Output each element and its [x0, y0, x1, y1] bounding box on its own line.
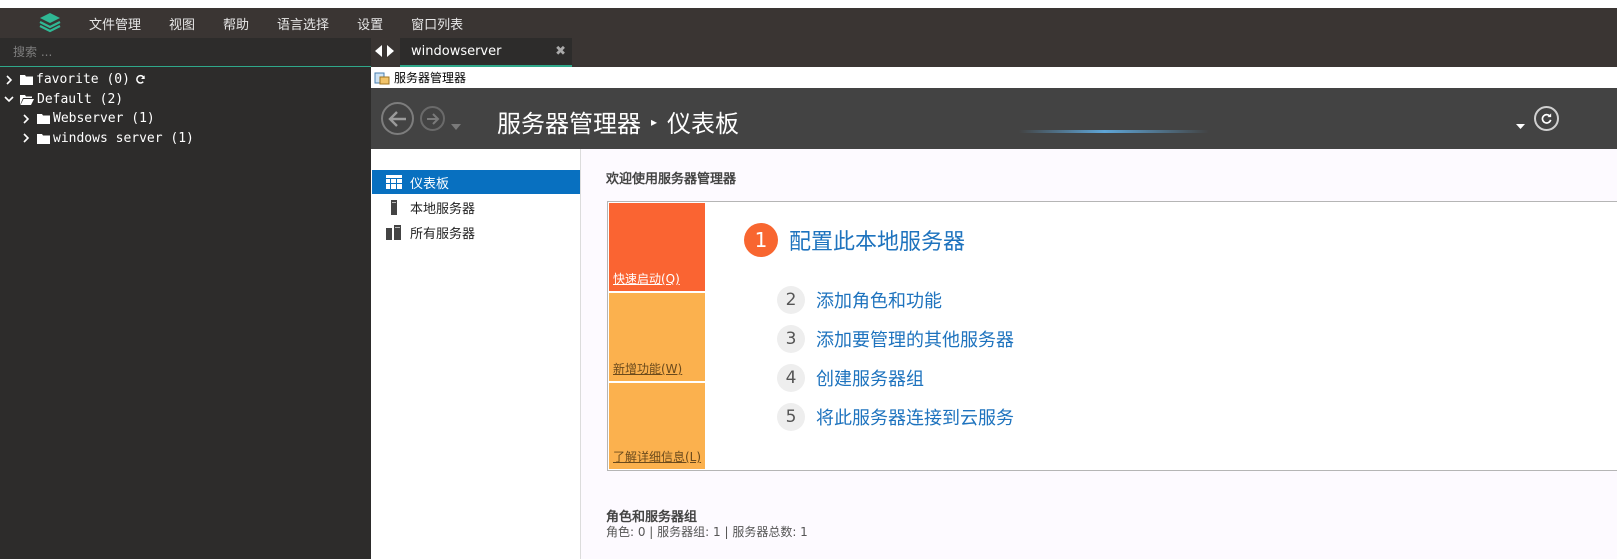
step-number: 2	[777, 286, 805, 314]
menu-window-list[interactable]: 窗口列表	[397, 14, 477, 33]
tab-bar: windowserver ✖	[371, 38, 1617, 67]
tile-label: 了解详细信息(L)	[613, 450, 702, 464]
refresh-icon[interactable]	[135, 74, 146, 85]
folder-open-icon	[20, 94, 34, 105]
dashboard-icon	[386, 174, 402, 190]
servers-icon	[386, 224, 402, 240]
dashboard-content: 欢迎使用服务器管理器 快速启动(Q) 新增功能(W) 了解详细信息(L) 1 配…	[581, 149, 1617, 559]
quick-start-panel: 快速启动(Q) 新增功能(W) 了解详细信息(L) 1 配置此本地服务器 2 添…	[607, 201, 1617, 471]
nav-item-label: 仪表板	[410, 176, 450, 192]
step-number: 1	[744, 223, 778, 257]
nav-item-all-servers[interactable]: 所有服务器	[372, 220, 580, 244]
server-manager-icon	[374, 71, 390, 85]
step-link[interactable]: 配置此本地服务器	[789, 224, 965, 256]
tile-label: 新增功能(W)	[613, 362, 683, 376]
step-link[interactable]: 创建服务器组	[816, 365, 924, 391]
server-manager-nav: 仪表板 本地服务器 所有服务器	[371, 149, 581, 559]
page-title: 服务器管理器 ▸ 仪表板	[497, 104, 739, 139]
header-title: 服务器管理器	[497, 110, 641, 138]
step-add-roles[interactable]: 2 添加角色和功能	[777, 286, 942, 314]
folder-icon	[20, 74, 33, 86]
window-title: 服务器管理器	[394, 71, 467, 85]
step-number: 4	[777, 364, 805, 392]
menu-settings[interactable]: 设置	[343, 14, 397, 33]
header-dropdown-icon[interactable]	[1516, 114, 1525, 133]
chevron-right-icon[interactable]	[21, 114, 31, 124]
welcome-heading: 欢迎使用服务器管理器	[606, 172, 737, 187]
step-number: 5	[777, 403, 805, 431]
close-icon[interactable]: ✖	[555, 44, 566, 59]
folder-icon	[37, 133, 50, 144]
tree-item-default[interactable]: Default (2)	[0, 90, 371, 110]
nav-item-label: 所有服务器	[410, 226, 476, 242]
breadcrumb-separator-icon: ▸	[651, 114, 658, 129]
server-icon	[386, 199, 402, 215]
step-add-servers[interactable]: 3 添加要管理的其他服务器	[777, 325, 1014, 353]
menu-file[interactable]: 文件管理	[75, 14, 155, 33]
step-connect-cloud[interactable]: 5 将此服务器连接到云服务	[777, 403, 1014, 431]
header-subtitle: 仪表板	[667, 110, 740, 138]
tree-item-windows-server[interactable]: windows server (1)	[0, 129, 371, 149]
search-bar	[0, 38, 371, 67]
roles-summary: 角色: 0 | 服务器组: 1 | 服务器总数: 1	[606, 525, 808, 539]
forward-icon[interactable]	[420, 106, 445, 131]
menu-bar: 文件管理 视图 帮助 语言选择 设置 窗口列表	[0, 8, 1617, 38]
tree-item-label: favorite (0)	[36, 72, 130, 88]
nav-dropdown-icon[interactable]	[451, 115, 461, 134]
top-strip	[0, 0, 1617, 8]
remote-desktop-view[interactable]: 服务器管理器 服务器管理器 ▸ 仪表板 仪表板 本地服务器 所有服务器 欢迎使用…	[371, 67, 1617, 559]
back-icon[interactable]	[381, 102, 414, 135]
tile-learn-more[interactable]: 了解详细信息(L)	[609, 383, 705, 469]
menu-language[interactable]: 语言选择	[263, 14, 343, 33]
session-sidebar: favorite (0) Default (2) Webserver (1)	[0, 38, 371, 559]
tree-item-label: windows server (1)	[53, 130, 194, 146]
tile-quick-start[interactable]: 快速启动(Q)	[609, 203, 705, 291]
search-input[interactable]	[11, 44, 355, 60]
nav-item-local-server[interactable]: 本地服务器	[372, 195, 580, 219]
menu-help[interactable]: 帮助	[209, 14, 263, 33]
chevron-right-icon[interactable]	[4, 75, 14, 85]
window-titlebar: 服务器管理器	[371, 67, 1617, 88]
folder-icon	[37, 113, 50, 125]
step-create-group[interactable]: 4 创建服务器组	[777, 364, 924, 392]
tile-whats-new[interactable]: 新增功能(W)	[609, 293, 705, 381]
step-link[interactable]: 添加要管理的其他服务器	[816, 326, 1014, 352]
refresh-icon[interactable]	[1534, 106, 1559, 131]
chevron-right-icon[interactable]	[21, 133, 31, 143]
step-number: 3	[777, 325, 805, 353]
step-link[interactable]: 添加角色和功能	[816, 287, 942, 313]
step-configure-local-server[interactable]: 1 配置此本地服务器	[744, 223, 965, 257]
progress-indicator	[1019, 130, 1209, 133]
tree-item-label: Webserver (1)	[53, 111, 155, 127]
tile-label: 快速启动(Q)	[613, 272, 680, 286]
menu-view[interactable]: 视图	[155, 14, 209, 33]
tab-arrows-icon[interactable]	[375, 45, 394, 57]
app-logo-icon[interactable]	[37, 10, 63, 36]
tab-windowserver[interactable]: windowserver ✖	[400, 38, 572, 67]
session-tree: favorite (0) Default (2) Webserver (1) w…	[0, 70, 371, 148]
tree-item-label: Default (2)	[37, 91, 124, 107]
tree-item-favorite[interactable]: favorite (0)	[0, 70, 371, 90]
nav-item-label: 本地服务器	[410, 201, 476, 217]
nav-item-dashboard[interactable]: 仪表板	[372, 170, 580, 194]
chevron-down-icon[interactable]	[4, 94, 14, 104]
tab-label: windowserver	[411, 44, 502, 59]
step-link[interactable]: 将此服务器连接到云服务	[816, 404, 1014, 430]
tree-item-webserver[interactable]: Webserver (1)	[0, 109, 371, 129]
server-manager-header: 服务器管理器 ▸ 仪表板	[371, 88, 1617, 149]
